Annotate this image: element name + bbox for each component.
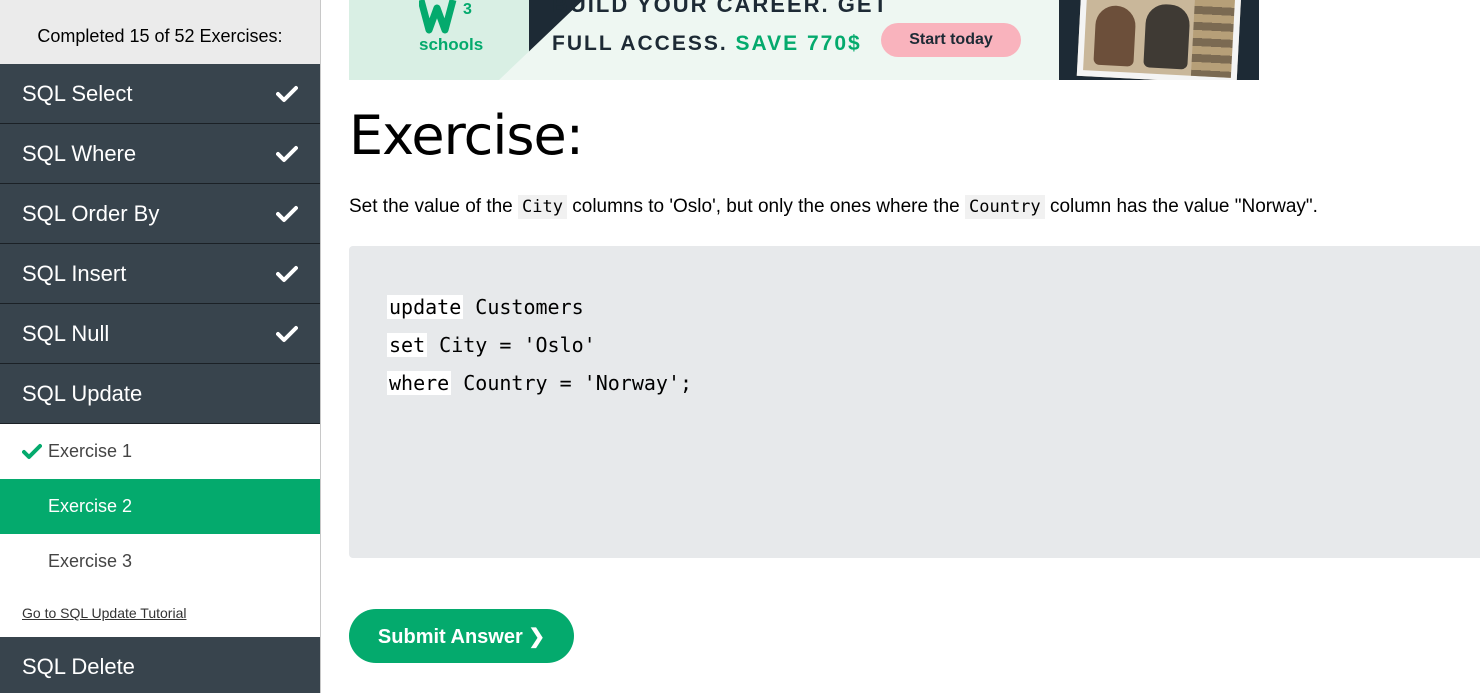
exercise-item-2[interactable]: Exercise 2: [0, 479, 320, 534]
code-line: where Country = 'Norway';: [387, 364, 1442, 402]
chapter-label: SQL Where: [22, 140, 137, 166]
exercise-sidebar: Completed 15 of 52 Exercises: SQL Select…: [0, 0, 321, 693]
chapter-label: SQL Order By: [22, 200, 160, 226]
banner-subline-prefix: FULL ACCESS.: [552, 32, 728, 55]
chapter-label: SQL Delete: [22, 654, 135, 679]
chapter-label: SQL Update: [22, 380, 143, 406]
instruction-text: columns to 'Oslo', but only the ones whe…: [572, 196, 960, 217]
checkmark-icon: [276, 203, 298, 225]
checkmark-icon: [276, 143, 298, 165]
exercise-label: Exercise 3: [48, 551, 133, 571]
answer-field[interactable]: update: [387, 295, 464, 319]
chapter-sql-update[interactable]: SQL Update: [0, 364, 320, 424]
progress-text: Completed 15 of 52 Exercises:: [0, 0, 320, 64]
checkmark-icon: [276, 263, 298, 285]
inline-code: City: [518, 195, 567, 219]
checkmark-icon: [22, 442, 42, 462]
exercise-label: Exercise 2: [48, 496, 133, 516]
tutorial-link[interactable]: Go to SQL Update Tutorial: [0, 589, 320, 637]
code-text: Customers: [463, 295, 584, 319]
chapter-sql-select[interactable]: SQL Select: [0, 64, 320, 124]
exercise-label: Exercise 1: [48, 441, 133, 461]
logo-superscript: 3: [463, 1, 472, 18]
chapter-label: SQL Select: [22, 80, 133, 106]
photo-person: [1143, 3, 1191, 70]
chapter-label: SQL Insert: [22, 260, 127, 286]
code-text: City = 'Oslo': [427, 333, 596, 357]
exercise-item-1[interactable]: Exercise 1: [0, 424, 320, 479]
start-today-button[interactable]: Start today: [881, 23, 1021, 57]
chapter-sql-delete[interactable]: SQL Delete: [0, 637, 320, 693]
photo-bookshelf: [1190, 0, 1235, 80]
code-editor[interactable]: update Customers set City = 'Oslo' where…: [349, 246, 1480, 558]
chapter-sql-where[interactable]: SQL Where: [0, 124, 320, 184]
inline-code: Country: [965, 195, 1045, 219]
chapter-sql-null[interactable]: SQL Null: [0, 304, 320, 364]
checkmark-icon: [276, 323, 298, 345]
code-text: Country = 'Norway';: [451, 371, 693, 395]
exercise-item-3[interactable]: Exercise 3: [0, 534, 320, 589]
exercise-instruction: Set the value of the City columns to 'Os…: [349, 195, 1318, 219]
code-line: set City = 'Oslo': [387, 326, 1442, 364]
promo-banner[interactable]: 3 schools BUILD YOUR CAREER. GET FULL AC…: [349, 0, 1259, 80]
banner-photo: [1076, 0, 1242, 80]
banner-headline: BUILD YOUR CAREER. GET: [552, 0, 889, 17]
checkmark-icon: [276, 83, 298, 105]
photo-person: [1093, 4, 1137, 67]
chapter-label: SQL Null: [22, 320, 110, 346]
answer-field[interactable]: set: [387, 333, 428, 357]
answer-field[interactable]: where: [387, 371, 452, 395]
main-content: 3 schools BUILD YOUR CAREER. GET FULL AC…: [349, 0, 1480, 693]
logo-text: schools: [419, 35, 484, 54]
page-title: Exercise:: [349, 104, 584, 167]
instruction-text: column has the value "Norway".: [1049, 196, 1318, 217]
submit-answer-button[interactable]: Submit Answer ❯: [349, 609, 574, 663]
instruction-text: Set the value of the: [349, 196, 513, 217]
banner-subline: FULL ACCESS. SAVE 770$: [552, 32, 862, 56]
chapter-sql-order-by[interactable]: SQL Order By: [0, 184, 320, 244]
banner-save-text: SAVE 770$: [735, 32, 862, 55]
chapter-sql-insert[interactable]: SQL Insert: [0, 244, 320, 304]
code-line: update Customers: [387, 288, 1442, 326]
